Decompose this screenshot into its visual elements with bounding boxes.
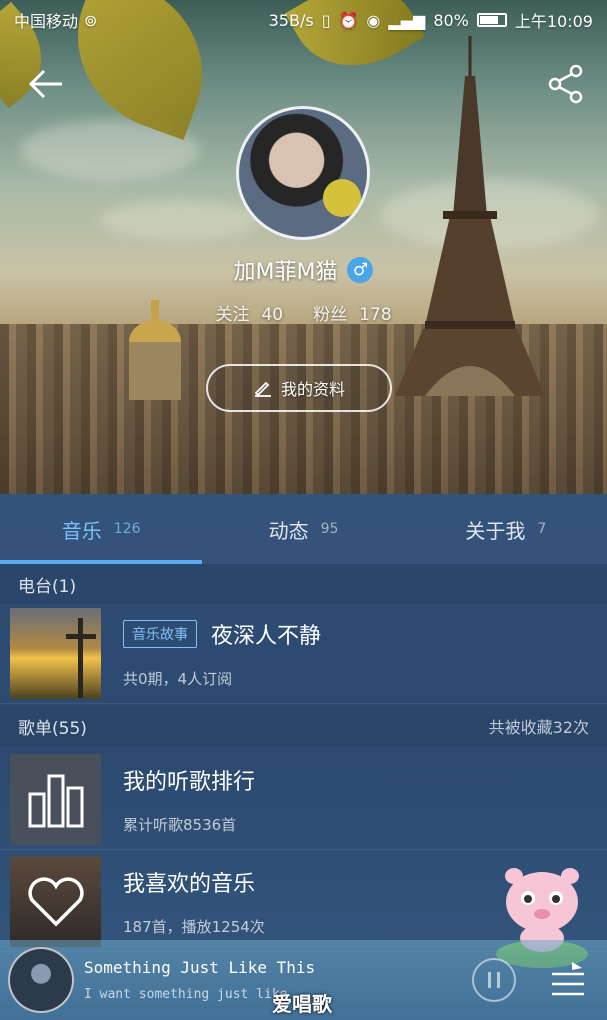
- heart-icon: [27, 876, 84, 926]
- tab-label: 音乐: [61, 518, 102, 543]
- tab-bar: 音乐 126 动态 95 关于我 7: [0, 494, 607, 564]
- network-speed: 35B/s: [268, 10, 314, 30]
- male-icon: ♂: [347, 257, 374, 283]
- now-playing-cover[interactable]: [8, 947, 74, 1013]
- playlist-title: 我喜欢的音乐: [123, 872, 256, 897]
- radio-section-header: 电台(1): [0, 564, 607, 604]
- tab-count: 126: [113, 521, 141, 537]
- back-button[interactable]: [24, 62, 68, 106]
- play-pause-button[interactable]: [472, 958, 516, 1002]
- playlist-subtitle: 187首，播放1254次: [123, 918, 265, 936]
- mini-player[interactable]: Something Just Like This I want somethin…: [0, 940, 607, 1020]
- my-profile-label: 我的资料: [280, 380, 345, 399]
- fans-stat[interactable]: 粉丝 178: [313, 300, 391, 325]
- profile-header: 中国移动 ⊚ 35B/s ▯ ⏰ ◉ ▂▄▆ 80% 上午10:09 加M菲M猫…: [0, 0, 607, 494]
- status-bar: 中国移动 ⊚ 35B/s ▯ ⏰ ◉ ▂▄▆ 80% 上午10:09: [0, 0, 607, 40]
- tab-activity[interactable]: 动态 95: [202, 494, 404, 564]
- sync-icon: ⊚: [84, 10, 98, 30]
- playlist-title: 我的听歌排行: [123, 770, 256, 795]
- playlist-subtitle: 累计听歌8536首: [123, 816, 237, 834]
- fans-count: 178: [359, 305, 392, 325]
- clock: 上午10:09: [514, 12, 593, 31]
- category-tag: 音乐故事: [123, 620, 197, 648]
- fans-label: 粉丝: [313, 305, 348, 325]
- share-button[interactable]: [544, 62, 588, 106]
- arrow-left-icon: [28, 69, 62, 99]
- bar-chart-icon: [28, 774, 83, 827]
- alarm-icon: ⏰: [338, 10, 359, 30]
- radio-header-label: 电台(1): [18, 576, 77, 597]
- carrier-label: 中国移动: [14, 12, 79, 31]
- playlist-icon: [552, 962, 584, 996]
- follow-count: 40: [261, 305, 284, 325]
- radio-title: 夜深人不静: [211, 624, 322, 649]
- signal-icon: ▂▄▆: [388, 10, 426, 30]
- eye-icon: ◉: [366, 10, 381, 30]
- playlist-section-header: 歌单(55) 共被收藏32次: [0, 706, 607, 746]
- eiffel-tower: [395, 36, 545, 396]
- tab-music[interactable]: 音乐 126: [0, 494, 202, 564]
- tab-label: 动态: [268, 518, 309, 543]
- tab-label: 关于我: [465, 518, 526, 543]
- tab-count: 95: [320, 521, 339, 537]
- username: 加M菲M猫: [233, 260, 338, 285]
- song-title: Something Just Like This: [84, 958, 316, 977]
- cross-icon: [66, 618, 96, 698]
- share-icon: [548, 64, 583, 104]
- edit-icon: [254, 381, 271, 397]
- pause-icon: [488, 972, 500, 988]
- battery-percent: 80%: [433, 10, 469, 30]
- list-item[interactable]: 我的听歌排行 累计听歌8536首: [0, 750, 607, 850]
- follow-stats: 关注 40 粉丝 178: [0, 300, 607, 325]
- ranking-cover: [10, 754, 101, 845]
- vibrate-icon: ▯: [321, 10, 331, 30]
- radio-subtitle: 共0期，4人订阅: [123, 670, 233, 688]
- playlist-button[interactable]: [550, 960, 586, 1000]
- cloud-decoration: [100, 200, 260, 240]
- username-row: 加M菲M猫 ♂: [0, 254, 607, 286]
- tab-about[interactable]: 关于我 7: [405, 494, 607, 564]
- favorites-cover: [10, 856, 101, 947]
- list-item[interactable]: 音乐故事 夜深人不静 共0期，4人订阅: [0, 604, 607, 704]
- my-profile-button[interactable]: 我的资料: [206, 364, 392, 412]
- radio-cover: [10, 608, 101, 699]
- avatar[interactable]: [236, 106, 370, 240]
- watermark: 爱唱歌: [272, 992, 332, 1016]
- collected-count: 共被收藏32次: [488, 718, 589, 737]
- lemon-decoration: [323, 179, 361, 217]
- playlist-header-label: 歌单(55): [18, 718, 87, 739]
- follow-label: 关注: [215, 305, 250, 325]
- battery-icon: [476, 13, 507, 27]
- follow-stat[interactable]: 关注 40: [215, 300, 283, 325]
- tab-count: 7: [537, 521, 547, 537]
